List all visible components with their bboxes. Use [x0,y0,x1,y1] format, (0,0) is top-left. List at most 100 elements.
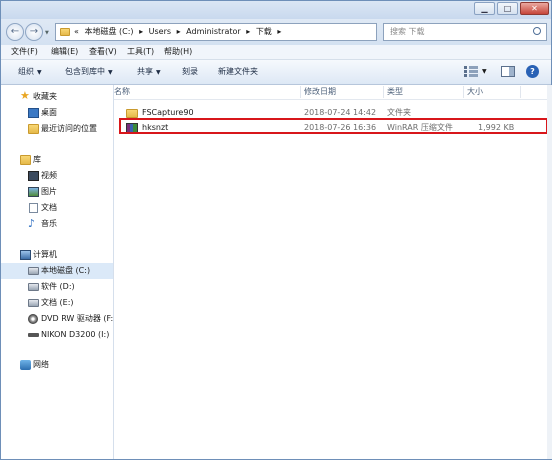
nav-pictures[interactable]: 图片 [1,184,113,200]
nav-label: NIKON D3200 (I:) [41,330,110,339]
search-input[interactable]: 搜索 下载 [383,23,547,41]
picture-icon [28,187,39,197]
chevron-down-icon: ▼ [37,69,42,76]
breadcrumb-prefix[interactable]: « [74,27,79,36]
address-row: ← → ▼ « 本地磁盘 (C:) ▸ Users ▸ Administrato… [1,19,551,45]
column-size[interactable]: 大小 [467,85,483,99]
video-icon [28,171,39,181]
nav-drive-f[interactable]: DVD RW 驱动器 (F: [1,311,113,327]
breadcrumb: « 本地磁盘 (C:) ▸ Users ▸ Administrator ▸ 下载… [74,24,284,40]
nav-label: 库 [33,155,41,164]
breadcrumb-separator-icon[interactable]: ▸ [139,27,143,36]
menu-edit[interactable]: 编辑(E) [51,45,78,59]
highlight-box [119,118,548,134]
star-icon: ★ [20,89,30,102]
nav-videos[interactable]: 视频 [1,168,113,184]
view-dropdown-icon[interactable]: ▼ [482,68,487,75]
hard-drive-icon [28,299,39,307]
vertical-scrollbar[interactable] [547,85,552,459]
column-divider[interactable] [463,86,464,98]
explorer-window: ▁ □ ✕ ← → ▼ « 本地磁盘 (C:) ▸ Users ▸ Admini… [0,0,552,460]
nav-desktop[interactable]: 桌面 [1,105,113,121]
menu-help[interactable]: 帮助(H) [164,45,192,59]
nav-favorites[interactable]: ★ 收藏夹 [1,89,113,105]
navigation-pane: ★ 收藏夹 桌面 最近访问的位置 库 视频 图片 文档 ♪ 音乐 计算机 本地磁… [1,85,114,459]
chevron-down-icon: ▼ [156,69,161,76]
close-icon: ✕ [531,4,538,13]
burn-button[interactable]: 刻录 [182,60,198,84]
column-divider[interactable] [300,86,301,98]
nav-drive-d[interactable]: 软件 (D:) [1,279,113,295]
nav-label: 桌面 [41,108,57,117]
column-divider[interactable] [520,86,521,98]
search-placeholder: 搜索 下载 [390,27,425,36]
nav-label: 图片 [41,187,57,196]
breadcrumb-separator-icon[interactable]: ▸ [246,27,250,36]
music-icon: ♪ [28,217,36,230]
nav-label: 文档 (E:) [41,298,74,307]
preview-pane-icon[interactable] [501,66,515,77]
nav-label: 视频 [41,171,57,180]
maximize-icon: □ [503,4,512,13]
removable-drive-icon [28,333,39,337]
breadcrumb-item[interactable]: Users [149,27,171,36]
nav-label: 收藏夹 [33,92,57,101]
breadcrumb-item[interactable]: 下载 [256,27,272,36]
share-button[interactable]: 共享 ▼ [137,60,161,85]
address-bar[interactable]: « 本地磁盘 (C:) ▸ Users ▸ Administrator ▸ 下载… [55,23,428,41]
organize-button[interactable]: 组织 ▼ [18,60,42,85]
desktop-icon [28,108,39,118]
nav-recent[interactable]: 最近访问的位置 [1,121,113,137]
maximize-button[interactable]: □ [497,2,518,15]
command-bar: 组织 ▼ 包含到库中 ▼ 共享 ▼ 刻录 新建文件夹 ▼ ? [1,60,551,85]
chevron-down-icon: ▼ [108,69,113,76]
column-headers: 名称 修改日期 类型 大小 [114,85,547,100]
help-icon[interactable]: ? [526,65,539,78]
breadcrumb-item[interactable]: 本地磁盘 (C:) [84,27,133,36]
column-modified[interactable]: 修改日期 [304,85,336,99]
nav-drive-c[interactable]: 本地磁盘 (C:) [1,263,113,279]
close-button[interactable]: ✕ [520,2,549,15]
minimize-icon: ▁ [481,4,488,13]
breadcrumb-separator-icon[interactable]: ▸ [177,27,181,36]
folder-icon [126,109,138,118]
nav-label: 软件 (D:) [41,282,75,291]
column-type[interactable]: 类型 [387,85,403,99]
menu-tools[interactable]: 工具(T) [127,45,154,59]
recent-places-icon [28,124,39,134]
title-bar: ▁ □ ✕ [1,1,551,19]
network-icon [20,360,31,370]
nav-documents[interactable]: 文档 [1,200,113,216]
search-icon [533,27,541,35]
menu-view[interactable]: 查看(V) [89,45,117,59]
menu-file[interactable]: 文件(F) [11,45,38,59]
nav-label: 最近访问的位置 [41,124,97,133]
share-label: 共享 [137,67,153,76]
include-label: 包含到库中 [65,67,105,76]
new-folder-button[interactable]: 新建文件夹 [218,60,258,84]
nav-network[interactable]: 网络 [1,357,113,373]
include-in-library-button[interactable]: 包含到库中 ▼ [65,60,113,85]
nav-label: 音乐 [41,219,57,228]
computer-icon [20,250,31,260]
nav-computer[interactable]: 计算机 [1,247,113,263]
nav-drive-e[interactable]: 文档 (E:) [1,295,113,311]
minimize-button[interactable]: ▁ [474,2,495,15]
breadcrumb-item[interactable]: Administrator [186,27,241,36]
view-options-icon[interactable] [464,66,478,77]
organize-label: 组织 [18,67,34,76]
nav-libraries[interactable]: 库 [1,152,113,168]
breadcrumb-separator-icon[interactable]: ▸ [277,27,281,36]
nav-label: 计算机 [33,250,57,259]
hard-drive-icon [28,283,39,291]
folder-icon [60,28,70,36]
back-button[interactable]: ← [6,23,24,41]
nav-music[interactable]: ♪ 音乐 [1,216,113,232]
dvd-drive-icon [28,314,38,324]
column-name[interactable]: 名称 [114,85,130,99]
nav-drive-i[interactable]: NIKON D3200 (I:) [1,327,113,343]
history-dropdown-icon[interactable]: ▼ [45,30,49,36]
column-divider[interactable] [383,86,384,98]
arrow-right-icon: → [29,26,39,37]
forward-button[interactable]: → [25,23,43,41]
